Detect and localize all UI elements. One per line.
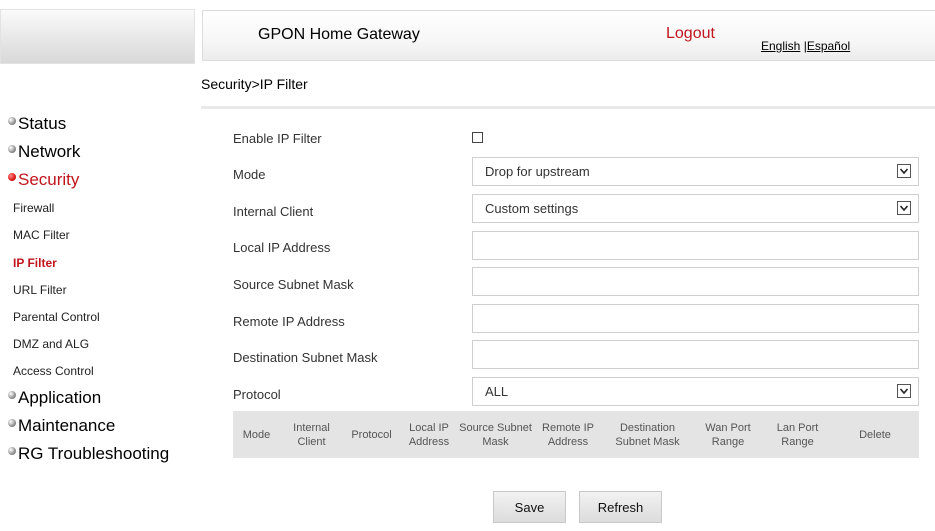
logo-area xyxy=(0,9,195,64)
mode-select[interactable]: Drop for upstream xyxy=(472,157,919,186)
local-ip-input[interactable] xyxy=(472,231,919,260)
sidebar-item-label: Application xyxy=(18,388,102,407)
remote-ip-label: Remote IP Address xyxy=(233,314,345,329)
protocol-select-value: ALL xyxy=(485,384,509,399)
sidebar-subitem-ip-filter[interactable]: IP Filter xyxy=(13,256,57,270)
protocol-label: Protocol xyxy=(233,387,281,402)
language-english-link[interactable]: English xyxy=(761,39,800,53)
mode-label: Mode xyxy=(233,167,266,182)
sidebar-subitem-access-control[interactable]: Access Control xyxy=(13,364,94,378)
chevron-down-icon xyxy=(897,201,911,215)
column-header-source-subnet-mask: Source Subnet Mask xyxy=(459,421,532,448)
destination-subnet-mask-label: Destination Subnet Mask xyxy=(233,350,378,365)
sidebar-item-application[interactable]: Application xyxy=(8,388,101,408)
source-subnet-mask-input[interactable] xyxy=(472,267,919,296)
sidebar-subitem-mac-filter[interactable]: MAC Filter xyxy=(13,228,70,242)
column-header-wan-port-range: Wan Port Range xyxy=(705,421,751,448)
sidebar-item-network[interactable]: Network xyxy=(8,142,80,162)
sidebar-item-maintenance[interactable]: Maintenance xyxy=(8,416,115,436)
sidebar-subitem-dmz-and-alg[interactable]: DMZ and ALG xyxy=(13,337,89,351)
ip-filter-rules-table-header: Mode Internal Client Protocol Local IP A… xyxy=(233,411,919,458)
header-bar: GPON Home Gateway Logout English |Españo… xyxy=(202,10,935,61)
column-header-remote-ip: Remote IP Address xyxy=(542,421,594,448)
sidebar-subitem-url-filter[interactable]: URL Filter xyxy=(13,283,67,297)
breadcrumb: Security>IP Filter xyxy=(201,76,308,92)
sidebar-item-security[interactable]: Security xyxy=(8,170,79,190)
bullet-icon xyxy=(8,391,16,399)
bullet-icon xyxy=(8,447,16,455)
chevron-down-icon xyxy=(897,164,911,178)
bullet-icon xyxy=(8,117,16,125)
enable-ip-filter-checkbox[interactable] xyxy=(472,132,483,143)
column-header-lan-port-range: Lan Port Range xyxy=(776,421,819,448)
sidebar-item-status[interactable]: Status xyxy=(8,114,66,134)
sidebar-item-label: Maintenance xyxy=(18,416,116,435)
header-divider xyxy=(201,106,935,109)
sidebar-item-label: Network xyxy=(18,142,81,161)
sidebar-item-rg-troubleshooting[interactable]: RG Troubleshooting xyxy=(8,444,169,464)
source-subnet-mask-label: Source Subnet Mask xyxy=(233,277,354,292)
remote-ip-input[interactable] xyxy=(472,304,919,333)
sidebar-item-label: RG Troubleshooting xyxy=(18,444,170,463)
bullet-icon xyxy=(8,145,16,153)
sidebar-item-label: Security xyxy=(18,170,80,189)
column-header-local-ip: Local IP Address xyxy=(408,421,450,448)
local-ip-label: Local IP Address xyxy=(233,240,331,255)
refresh-button[interactable]: Refresh xyxy=(579,491,662,523)
language-espanol-link[interactable]: Español xyxy=(807,39,850,53)
column-header-mode: Mode xyxy=(242,428,271,441)
mode-select-value: Drop for upstream xyxy=(485,164,590,179)
internal-client-label: Internal Client xyxy=(233,204,314,219)
bullet-active-icon xyxy=(8,173,16,181)
destination-subnet-mask-input[interactable] xyxy=(472,340,919,369)
enable-ip-filter-label: Enable IP Filter xyxy=(233,131,322,146)
column-header-delete: Delete xyxy=(859,428,891,441)
internal-client-select[interactable]: Custom settings xyxy=(472,194,919,223)
logout-link[interactable]: Logout xyxy=(666,25,715,43)
bullet-icon xyxy=(8,419,16,427)
sidebar-subitem-firewall[interactable]: Firewall xyxy=(13,201,54,215)
save-button[interactable]: Save xyxy=(493,491,566,523)
column-header-internal-client: Internal Client xyxy=(293,421,330,448)
column-header-destination-subnet-mask: Destination Subnet Mask xyxy=(615,421,680,448)
protocol-select[interactable]: ALL xyxy=(472,377,919,406)
column-header-protocol: Protocol xyxy=(351,428,392,441)
sidebar-subitem-parental-control[interactable]: Parental Control xyxy=(13,310,100,324)
language-switcher: English |Español xyxy=(761,39,850,53)
sidebar-item-label: Status xyxy=(18,114,67,133)
internal-client-select-value: Custom settings xyxy=(485,201,579,216)
app-title: GPON Home Gateway xyxy=(258,26,420,43)
chevron-down-icon xyxy=(897,384,911,398)
